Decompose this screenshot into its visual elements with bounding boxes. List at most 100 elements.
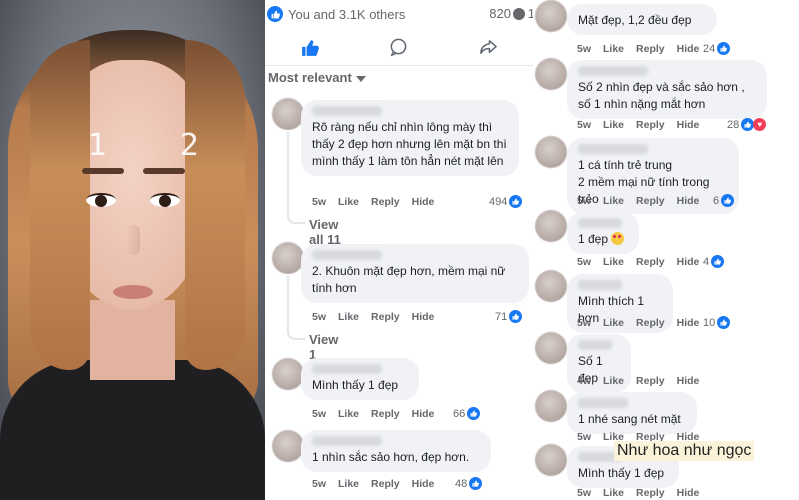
comment-hide-link[interactable]: Hide: [677, 195, 700, 207]
comment-like-link[interactable]: Like: [338, 196, 359, 208]
comment-actions: 5w Like Reply Hide: [577, 317, 699, 329]
comment-like-link[interactable]: Like: [603, 43, 624, 55]
comment-like-link[interactable]: Like: [603, 487, 624, 499]
comment-reply-link[interactable]: Reply: [636, 317, 665, 329]
comment-time: 5w: [312, 408, 327, 420]
comment-reply-link[interactable]: Reply: [371, 408, 400, 420]
avatar[interactable]: [535, 444, 567, 476]
comment-hide-link[interactable]: Hide: [677, 119, 700, 131]
avatar[interactable]: [535, 332, 567, 364]
comment-reply-link[interactable]: Reply: [636, 195, 665, 207]
like-reaction-icon: [509, 195, 523, 208]
comment-like-link[interactable]: Like: [338, 408, 359, 420]
comments-count[interactable]: 820: [489, 6, 511, 21]
comment-reply-link[interactable]: Reply: [371, 196, 400, 208]
comment-actions: 5w Like Reply Hide: [577, 487, 699, 499]
like-reaction-icon: [467, 407, 481, 420]
comment-time: 5w: [312, 311, 327, 323]
avatar[interactable]: [535, 210, 567, 242]
comment-text: Mặt đẹp, 1,2 đều đẹp: [578, 13, 692, 27]
likes-count: 66: [453, 407, 466, 420]
comment-reply-link[interactable]: Reply: [371, 478, 400, 490]
comment-like-link[interactable]: Like: [338, 311, 359, 323]
like-button[interactable]: [280, 33, 340, 63]
avatar[interactable]: [272, 358, 304, 390]
comment-hide-link[interactable]: Hide: [677, 317, 700, 329]
comment-likes[interactable]: 4: [703, 255, 725, 268]
sort-dropdown[interactable]: Most relevant: [268, 70, 366, 85]
avatar[interactable]: [272, 242, 304, 274]
heart-eyes-emoji-icon: [611, 232, 625, 245]
comment-likes[interactable]: 28 ♥: [727, 118, 767, 131]
comment-hide-link[interactable]: Hide: [412, 408, 435, 420]
comment-bubble: 1 nhìn sắc sảo hơn, đẹp hơn.: [301, 430, 491, 472]
comment-button[interactable]: [369, 33, 429, 63]
nose: [126, 225, 140, 255]
comment-actions: 5w Like Reply Hide: [577, 256, 699, 268]
comment-reply-link[interactable]: Reply: [636, 375, 665, 387]
avatar[interactable]: [272, 430, 304, 462]
avatar[interactable]: [272, 98, 304, 130]
eyebrow-right: [143, 168, 185, 174]
like-reaction-icon: [711, 255, 725, 268]
comment-hide-link[interactable]: Hide: [677, 43, 700, 55]
comment-time: 5w: [312, 196, 327, 208]
likes-count: 4: [703, 255, 710, 268]
comment-time: 5w: [577, 195, 592, 207]
comment-count-icon: [513, 8, 525, 20]
portrait-photo: 1 2: [0, 0, 265, 500]
comment-hide-link[interactable]: Hide: [412, 196, 435, 208]
avatar[interactable]: [535, 136, 567, 168]
collage: 1 2 You and 3.1K others 820 1 Most relev…: [0, 0, 799, 500]
share-button[interactable]: [458, 33, 518, 63]
comment-like-link[interactable]: Like: [603, 195, 624, 207]
comment-likes[interactable]: 66: [453, 407, 481, 420]
comment-actions: 5w Like Reply Hide: [577, 195, 699, 207]
comment-like-link[interactable]: Like: [603, 375, 624, 387]
comment-likes[interactable]: 494: [489, 195, 523, 208]
sort-label: Most relevant: [268, 70, 352, 85]
comment-likes[interactable]: 71: [495, 310, 523, 323]
comment-actions: 5w Like Reply Hide: [312, 196, 434, 208]
likes-count: 48: [455, 477, 468, 490]
commenter-name-blurred: [312, 364, 382, 374]
like-reaction-icon: [721, 194, 735, 207]
like-reaction-icon: [717, 42, 731, 55]
comment-likes[interactable]: 10: [703, 316, 731, 329]
speech-bubble-icon: [391, 38, 407, 57]
comment-text: 1 nhé sang nét mặt: [578, 412, 681, 426]
comment-hide-link[interactable]: Hide: [677, 375, 700, 387]
comments-column-left: You and 3.1K others 820 1 Most relevant …: [265, 0, 533, 500]
comment-likes[interactable]: 48: [455, 477, 483, 490]
avatar[interactable]: [535, 270, 567, 302]
comment-time: 5w: [577, 487, 592, 499]
comment-like-link[interactable]: Like: [603, 256, 624, 268]
comment-text: 2. Khuôn mặt đẹp hơn, mềm mại nữ tính hơ…: [312, 264, 506, 295]
hair-right: [185, 40, 245, 370]
comment-text: 1 nhìn sắc sảo hơn, đẹp hơn.: [312, 450, 470, 464]
comment-reply-link[interactable]: Reply: [636, 119, 665, 131]
comment-reply-link[interactable]: Reply: [636, 256, 665, 268]
comment-reply-link[interactable]: Reply: [371, 311, 400, 323]
comment-reply-link[interactable]: Reply: [636, 43, 665, 55]
comment-bubble: Rõ ràng nếu chỉ nhìn lông mày thì thấy 2…: [301, 100, 519, 176]
comment-hide-link[interactable]: Hide: [412, 311, 435, 323]
comment-actions: 5w Like Reply Hide: [577, 43, 699, 55]
comment-reply-link[interactable]: Reply: [636, 487, 665, 499]
comment-text: Số 2 nhìn đẹp và sắc sảo hơn , số 1 nhìn…: [578, 80, 745, 111]
comment-likes[interactable]: 24: [703, 42, 731, 55]
reactions-bar[interactable]: You and 3.1K others 820 1: [265, 0, 533, 28]
comment-like-link[interactable]: Like: [603, 119, 624, 131]
comment-time: 4w: [577, 375, 592, 387]
comment-hide-link[interactable]: Hide: [677, 487, 700, 499]
comment-time: 5w: [577, 43, 592, 55]
like-reaction-icon: [509, 310, 523, 323]
comment-like-link[interactable]: Like: [603, 317, 624, 329]
avatar[interactable]: [535, 0, 567, 32]
comment-like-link[interactable]: Like: [338, 478, 359, 490]
avatar[interactable]: [535, 390, 567, 422]
comment-hide-link[interactable]: Hide: [677, 256, 700, 268]
avatar[interactable]: [535, 58, 567, 90]
comment-hide-link[interactable]: Hide: [412, 478, 435, 490]
comment-likes[interactable]: 6: [713, 194, 735, 207]
